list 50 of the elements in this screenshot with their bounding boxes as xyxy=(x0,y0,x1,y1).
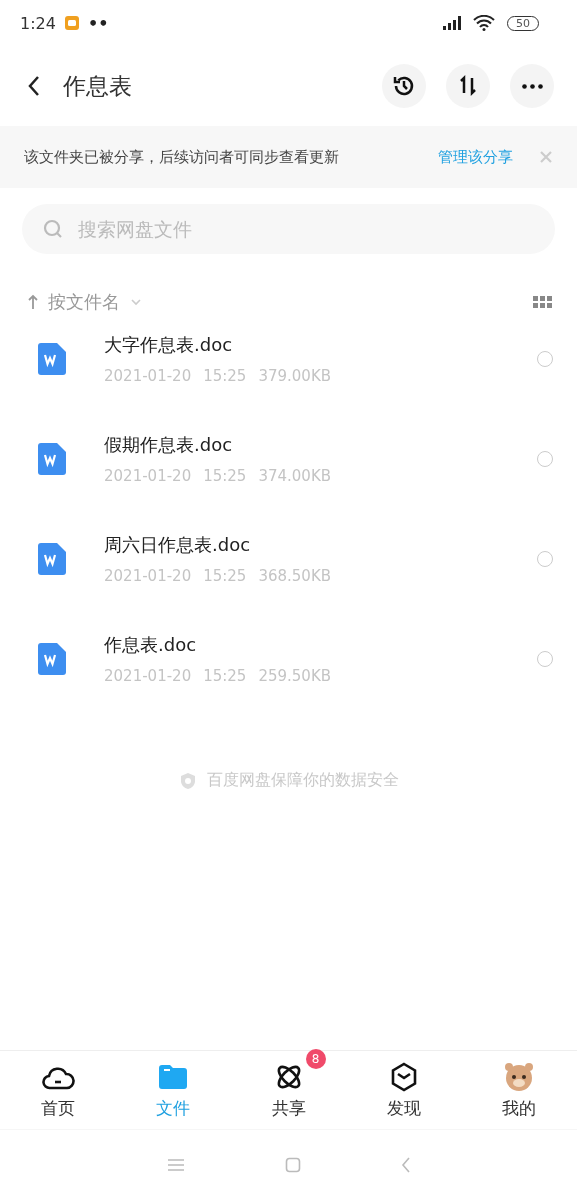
status-dots: •• xyxy=(87,13,109,33)
file-date: 2021-01-20 xyxy=(104,467,192,485)
history-button[interactable] xyxy=(382,64,426,108)
back-nav-icon[interactable] xyxy=(400,1157,411,1173)
wifi-icon xyxy=(473,15,495,31)
word-document-icon xyxy=(38,543,66,575)
word-document-icon xyxy=(38,643,66,675)
file-time: 15:25 xyxy=(203,367,247,385)
file-date: 2021-01-20 xyxy=(104,567,192,585)
page-title: 作息表 xyxy=(63,71,132,101)
back-icon[interactable] xyxy=(27,75,41,97)
sort-button[interactable] xyxy=(446,64,490,108)
up-arrow-icon xyxy=(28,294,38,310)
menu-icon[interactable] xyxy=(166,1158,185,1172)
file-date: 2021-01-20 xyxy=(104,667,192,685)
share-tab[interactable]: 8 共享 xyxy=(230,1051,347,1129)
status-time: 1:24 xyxy=(20,13,56,33)
file-size: 379.00KB xyxy=(258,367,332,385)
folder-icon xyxy=(157,1062,190,1091)
more-button[interactable] xyxy=(510,64,554,108)
file-time: 15:25 xyxy=(203,667,247,685)
file-name: 周六日作息表.doc xyxy=(104,533,252,557)
file-size: 259.50KB xyxy=(258,667,332,685)
chevron-down-icon xyxy=(130,298,142,306)
file-name: 作息表.doc xyxy=(104,633,198,657)
notification-icon xyxy=(63,15,80,31)
file-row[interactable]: 作息表.doc 2021-01-20 15:25 259.50KB xyxy=(0,609,577,709)
search-field[interactable]: 搜索网盘文件 xyxy=(22,204,555,254)
file-name: 大字作息表.doc xyxy=(104,333,234,357)
home-tab[interactable]: 首页 xyxy=(0,1051,116,1129)
file-time: 15:25 xyxy=(203,467,247,485)
file-time: 15:25 xyxy=(203,567,247,585)
more-icon xyxy=(521,83,543,89)
file-row[interactable]: 周六日作息表.doc 2021-01-20 15:25 368.50KB xyxy=(0,509,577,609)
word-document-icon xyxy=(38,443,66,475)
bear-avatar-icon xyxy=(503,1060,536,1093)
home-square-icon[interactable] xyxy=(284,1157,301,1173)
notification-badge: 8 xyxy=(305,1048,326,1069)
file-size: 368.50KB xyxy=(258,567,332,585)
me-tab[interactable]: 我的 xyxy=(461,1051,577,1129)
share-message: 该文件夹已被分享，后续访问者可同步查看更新 xyxy=(24,147,339,167)
discover-tab[interactable]: 发现 xyxy=(346,1051,462,1129)
shield-icon xyxy=(178,771,197,790)
word-document-icon xyxy=(38,343,66,375)
file-name: 假期作息表.doc xyxy=(104,433,234,457)
file-row[interactable]: 假期作息表.doc 2021-01-20 15:25 374.00KB xyxy=(0,409,577,509)
close-icon[interactable] xyxy=(539,150,553,164)
file-date: 2021-01-20 xyxy=(104,367,192,385)
grid-view-icon[interactable] xyxy=(533,295,553,309)
file-size: 374.00KB xyxy=(258,467,332,485)
